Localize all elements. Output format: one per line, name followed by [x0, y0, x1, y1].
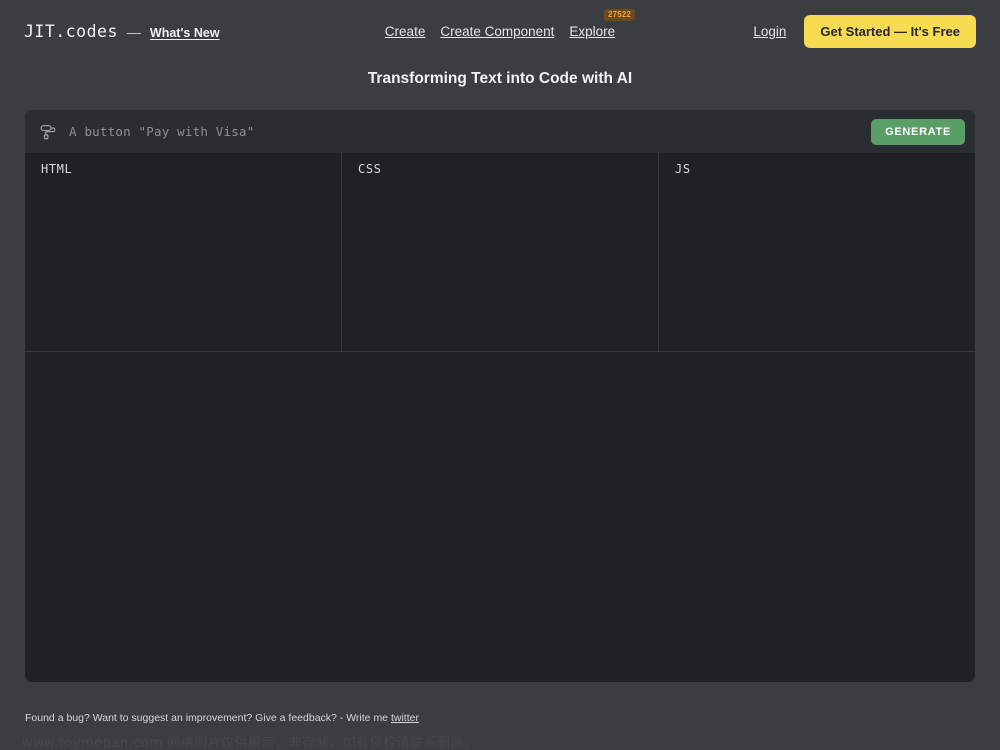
login-link[interactable]: Login — [753, 24, 786, 39]
brand-dash: — — [126, 23, 141, 40]
nav-item-create-component[interactable]: Create Component — [440, 22, 554, 41]
code-editors: HTML CSS JS — [25, 153, 975, 352]
generator-card: GENERATE HTML CSS JS — [25, 110, 975, 682]
paint-roller-icon — [39, 123, 57, 141]
prompt-input[interactable] — [69, 124, 872, 139]
watermark: www.toymoban.com 网络图片仅供展示，非存储，如有侵权请联系删除。 — [22, 736, 478, 750]
primary-nav: Create Create Component Explore 27522 — [385, 8, 636, 41]
preview-area — [25, 352, 975, 682]
brand-logo[interactable]: JIT.codes — [24, 22, 118, 41]
page-title: Transforming Text into Code with AI — [367, 70, 633, 87]
editor-label-js: JS — [675, 162, 691, 176]
editor-pane-css[interactable]: CSS — [341, 153, 658, 351]
generate-button[interactable]: GENERATE — [871, 118, 965, 145]
whats-new-link[interactable]: What's New — [150, 26, 220, 40]
get-started-button[interactable]: Get Started — It's Free — [804, 14, 976, 48]
brand: JIT.codes — What's New — [24, 22, 220, 41]
prompt-bar: GENERATE — [25, 110, 975, 153]
nav-item-explore-label: Explore — [569, 23, 616, 39]
nav-item-create[interactable]: Create — [385, 22, 426, 41]
explore-count-badge: 27522 — [603, 8, 636, 21]
nav-item-explore[interactable]: Explore 27522 — [569, 8, 636, 41]
twitter-link[interactable]: twitter — [391, 712, 419, 724]
editor-pane-js[interactable]: JS — [658, 153, 975, 351]
site-header: JIT.codes — What's New Create Create Com… — [0, 0, 1000, 62]
editor-label-html: HTML — [41, 162, 73, 176]
footer-feedback: Found a bug? Want to suggest an improvem… — [25, 712, 419, 724]
footer-text: Found a bug? Want to suggest an improvem… — [25, 712, 391, 724]
header-actions: Login Get Started — It's Free — [753, 14, 976, 48]
editor-pane-html[interactable]: HTML — [25, 153, 341, 351]
editor-label-css: CSS — [358, 162, 382, 176]
